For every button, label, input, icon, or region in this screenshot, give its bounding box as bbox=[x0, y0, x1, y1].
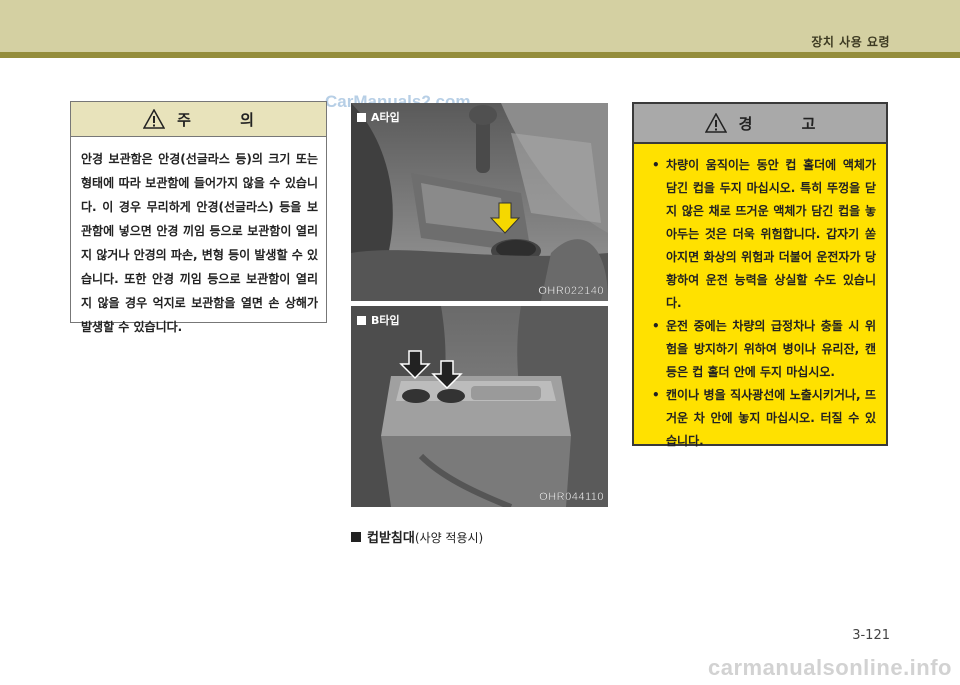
warning-item: 운전 중에는 차량의 급정차나 충돌 시 위험을 방지하기 위하여 병이나 유리… bbox=[652, 315, 876, 384]
warning-triangle-icon bbox=[143, 109, 166, 129]
header-rule bbox=[0, 52, 960, 58]
photo-a-code: OHR022140 bbox=[538, 285, 604, 297]
warning-list: 차량이 움직이는 동안 컵 홀더에 액체가 담긴 컵을 두지 마십시오. 특히 … bbox=[634, 144, 886, 453]
caption-title: 컵받침대 bbox=[367, 531, 415, 546]
square-bullet-icon bbox=[357, 315, 366, 325]
warning-box: 경 고 차량이 움직이는 동안 컵 홀더에 액체가 담긴 컵을 두지 마십시오.… bbox=[632, 102, 888, 448]
cup-holder-a-illustration bbox=[351, 103, 608, 301]
cup-holder-photo-a: A타입 OHR022140 bbox=[351, 103, 608, 301]
square-bullet-icon bbox=[351, 531, 361, 542]
photo-b-label-text: B타입 bbox=[371, 314, 400, 327]
photo-b-code: OHR044110 bbox=[539, 491, 604, 503]
section-title: 장치 사용 요령 bbox=[811, 35, 890, 49]
caution-box: 주 의 안경 보관함은 안경(선글라스 등)의 크기 또는 형태에 따라 보관함… bbox=[70, 101, 327, 334]
caution-header: 주 의 bbox=[71, 102, 326, 137]
warning-title: 경 고 bbox=[738, 114, 838, 133]
cup-holder-b-illustration bbox=[351, 306, 608, 507]
photo-a-label-text: A타입 bbox=[371, 111, 400, 124]
photo-a-label: A타입 bbox=[357, 109, 400, 125]
warning-triangle-icon bbox=[704, 113, 727, 133]
warning-item: 차량이 움직이는 동안 컵 홀더에 액체가 담긴 컵을 두지 마십시오. 특히 … bbox=[652, 154, 876, 315]
watermark-bottom: carmanualsonline.info bbox=[708, 655, 952, 680]
cup-holder-caption: 컵받침대(사양 적용시) bbox=[351, 527, 483, 546]
caption-subtitle: (사양 적용시) bbox=[414, 531, 484, 545]
caution-text: 안경 보관함은 안경(선글라스 등)의 크기 또는 형태에 따라 보관함에 들어… bbox=[81, 152, 318, 334]
page-number: 3-121 bbox=[852, 628, 890, 643]
warning-header: 경 고 bbox=[634, 104, 886, 144]
square-bullet-icon bbox=[357, 112, 366, 122]
caution-title: 주 의 bbox=[177, 110, 276, 129]
warning-item: 캔이나 병을 직사광선에 노출시키거나, 뜨거운 차 안에 놓지 마십시오. 터… bbox=[652, 384, 876, 453]
photo-b-label: B타입 bbox=[357, 312, 400, 328]
cup-holder-photo-b: B타입 OHR044110 bbox=[351, 306, 608, 507]
